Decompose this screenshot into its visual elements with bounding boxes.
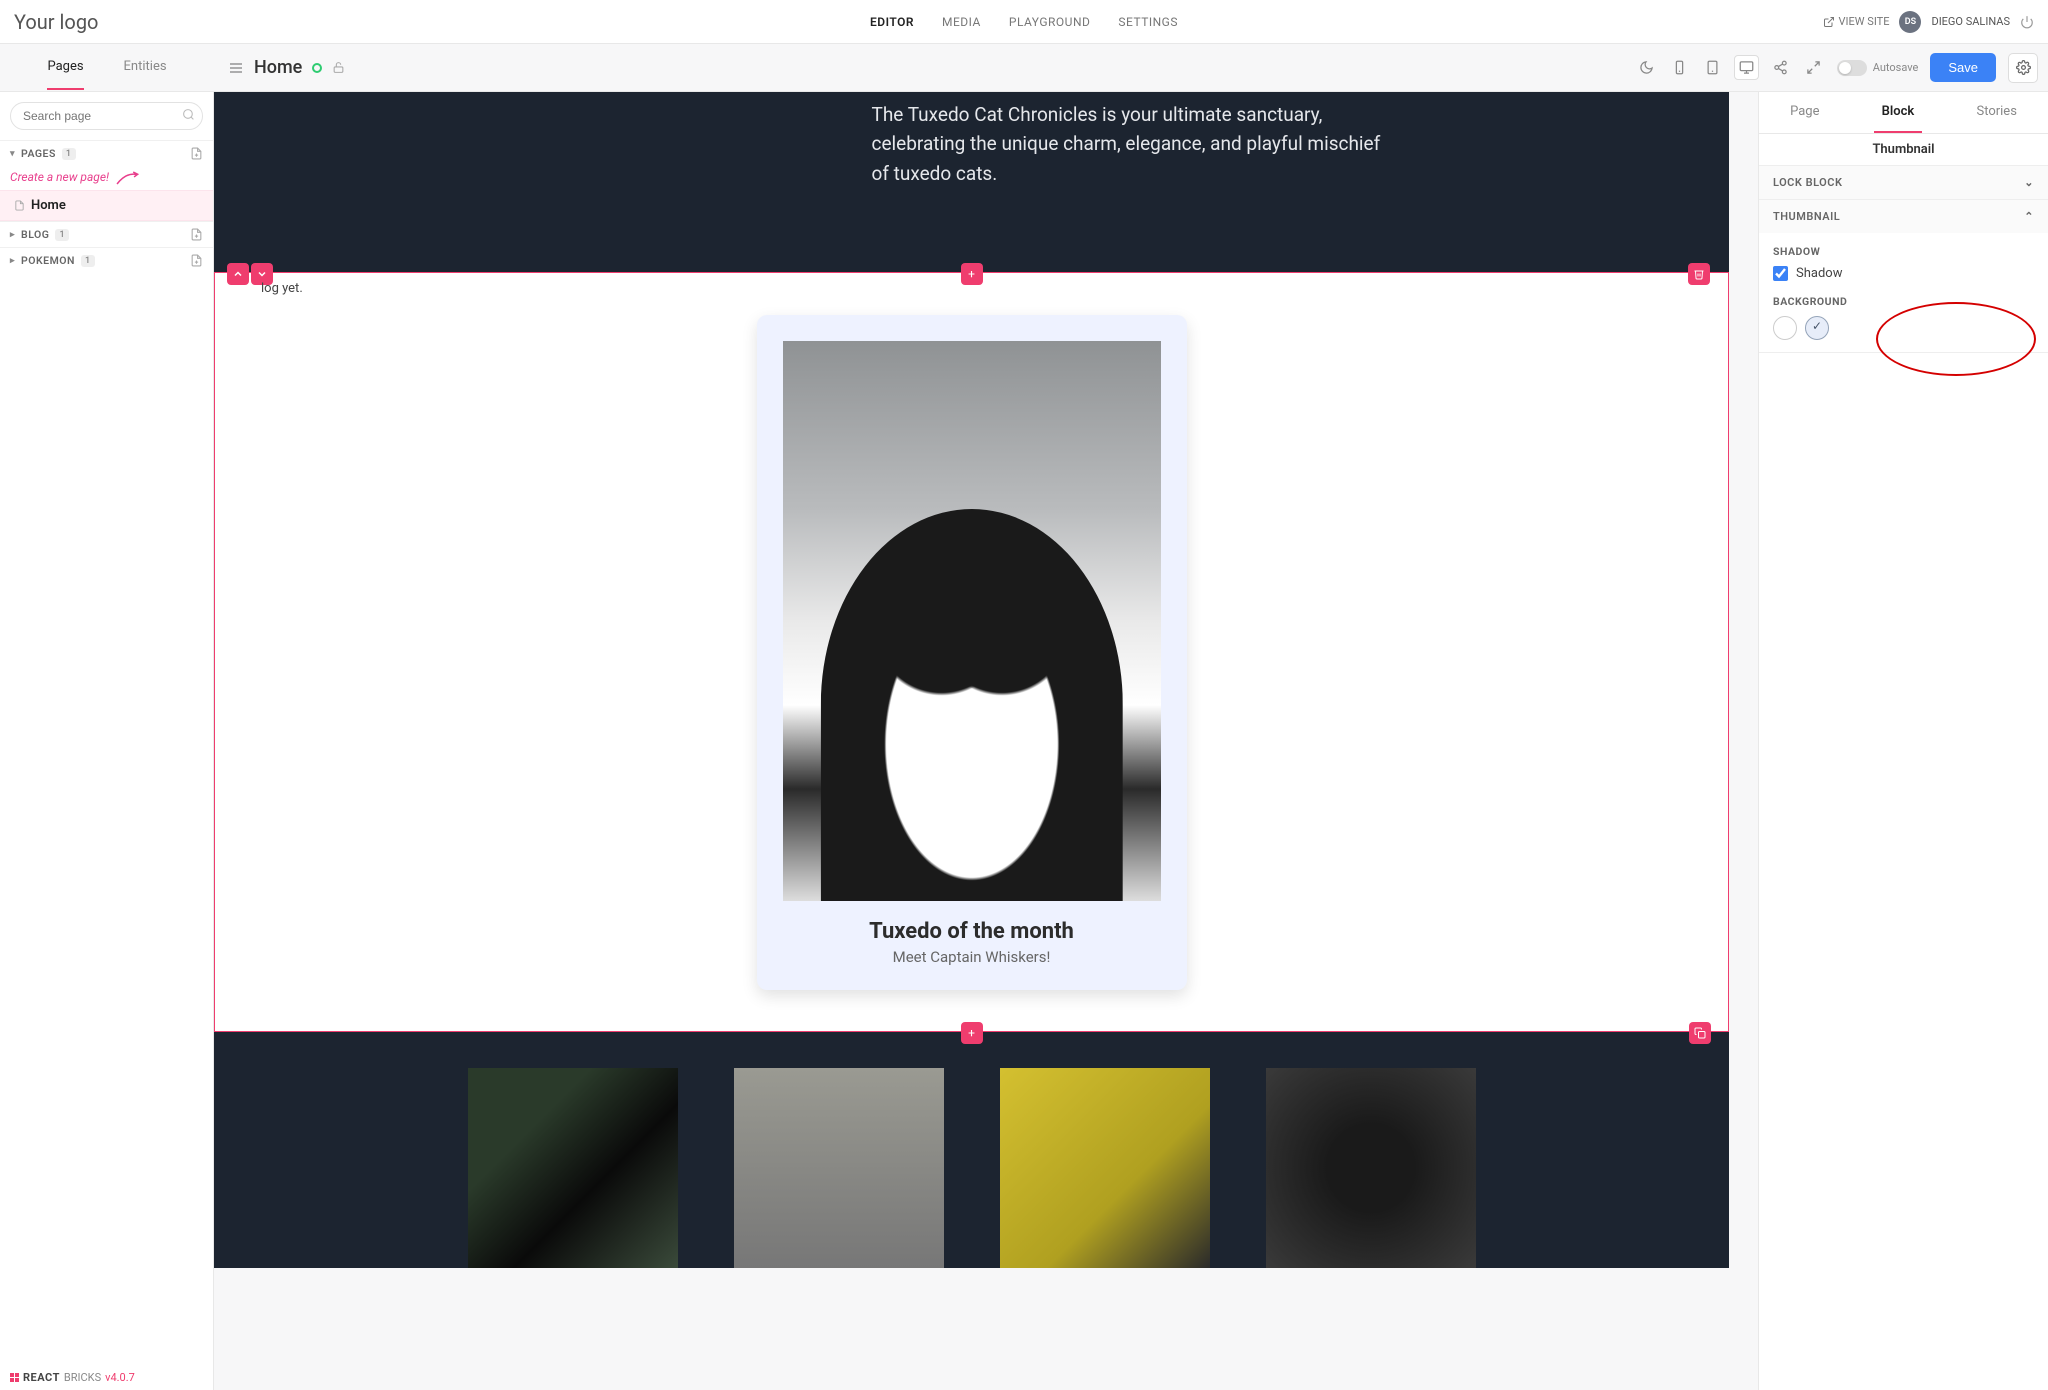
gear-icon (2016, 60, 2031, 75)
page-row-home-label: Home (31, 198, 66, 213)
power-icon[interactable] (2020, 15, 2034, 29)
shadow-checkbox-row[interactable]: Shadow (1773, 266, 2034, 281)
sidebar-left: ▾ PAGES 1 Create a new page! Home (0, 92, 214, 1390)
view-site-link[interactable]: VIEW SITE (1823, 15, 1890, 28)
search-input[interactable] (10, 102, 203, 130)
add-page-icon[interactable] (190, 147, 203, 160)
fullscreen-icon[interactable] (1802, 55, 1825, 80)
device-phone-icon[interactable] (1668, 55, 1691, 80)
add-page-icon[interactable] (190, 228, 203, 241)
gallery-image[interactable] (1266, 1068, 1476, 1268)
lock-icon[interactable] (332, 61, 345, 74)
toolbar: Pages Entities Home Aut (0, 44, 2048, 92)
thumbnail-subtitle[interactable]: Meet Captain Whiskers! (783, 948, 1161, 966)
device-tablet-icon[interactable] (1701, 55, 1724, 80)
file-icon (14, 200, 25, 211)
no-log-text: log yet. (261, 281, 303, 296)
brand-logo-icon (10, 1373, 19, 1382)
share-icon[interactable] (1769, 55, 1792, 80)
tab-entities[interactable]: Entities (124, 45, 167, 90)
thumbnail-card[interactable]: Tuxedo of the month Meet Captain Whisker… (757, 315, 1187, 990)
arrow-swoosh-icon (114, 168, 142, 186)
username: DIEGO SALINAS (1931, 15, 2010, 28)
thumbnail-image[interactable] (783, 341, 1161, 901)
autosave-toggle[interactable] (1837, 60, 1867, 76)
right-tab-page[interactable]: Page (1782, 92, 1827, 133)
chevron-right-icon: ▸ (10, 230, 15, 240)
block-name-heading: Thumbnail (1759, 134, 2048, 166)
tree-pokemon-count: 1 (81, 255, 95, 267)
hero-text: The Tuxedo Cat Chronicles is your ultima… (872, 100, 1392, 188)
thumbnail-block[interactable]: + log yet. Tuxedo of the month Meet Capt… (214, 272, 1729, 1032)
tree-blog-count: 1 (55, 229, 69, 241)
thumbnail-section-label: THUMBNAIL (1773, 210, 1840, 223)
background-label: BACKGROUND (1773, 295, 2034, 308)
duplicate-block-button[interactable] (1689, 1022, 1711, 1044)
chevron-down-icon: ▾ (10, 149, 15, 159)
background-swatch-white[interactable] (1773, 316, 1797, 340)
topbar: Your logo EDITOR MEDIA PLAYGROUND SETTIN… (0, 0, 2048, 44)
dark-mode-icon[interactable] (1635, 55, 1658, 80)
move-up-button[interactable] (227, 263, 249, 285)
sidebar-right: Page Block Stories Thumbnail LOCK BLOCK … (1758, 92, 2048, 1390)
brand-name-1: REACT (23, 1371, 60, 1384)
gallery-block[interactable]: + (214, 1032, 1729, 1268)
nav-media[interactable]: MEDIA (942, 15, 981, 29)
save-button[interactable]: Save (1930, 53, 1996, 82)
shadow-checkbox[interactable] (1773, 266, 1788, 281)
tree-section-blog[interactable]: ▸ BLOG 1 (0, 221, 213, 247)
right-tab-block[interactable]: Block (1874, 92, 1923, 133)
hero-block[interactable]: The Tuxedo Cat Chronicles is your ultima… (214, 92, 1729, 272)
chevron-down-icon: ⌄ (2024, 176, 2034, 189)
page-row-home[interactable]: Home (0, 190, 213, 221)
tree-pages-count: 1 (62, 148, 76, 160)
lock-block-section[interactable]: LOCK BLOCK ⌄ (1759, 166, 2048, 199)
settings-button[interactable] (2008, 53, 2038, 83)
search-icon (182, 108, 195, 121)
tree-section-pokemon[interactable]: ▸ POKEMON 1 (0, 247, 213, 273)
add-block-button[interactable]: + (961, 263, 983, 285)
page-title: Home (254, 57, 302, 78)
view-site-label: VIEW SITE (1839, 15, 1890, 28)
thumbnail-title[interactable]: Tuxedo of the month (783, 919, 1161, 944)
add-block-button[interactable]: + (961, 1022, 983, 1044)
lock-block-label: LOCK BLOCK (1773, 176, 1842, 189)
gallery-image[interactable] (734, 1068, 944, 1268)
status-published-icon (312, 63, 322, 73)
nav-editor[interactable]: EDITOR (870, 15, 914, 29)
device-desktop-icon[interactable] (1734, 55, 1759, 80)
tree-section-pages[interactable]: ▾ PAGES 1 (0, 140, 213, 166)
gallery-image[interactable] (468, 1068, 678, 1268)
tab-pages[interactable]: Pages (47, 45, 83, 90)
right-tab-stories[interactable]: Stories (1968, 92, 2024, 133)
tree-blog-label: BLOG (21, 228, 49, 241)
tree-pokemon-label: POKEMON (21, 254, 75, 267)
brand-version: v4.0.7 (105, 1371, 135, 1384)
footer-brand: REACT BRICKS v4.0.7 (10, 1371, 135, 1384)
chevron-up-icon: ⌃ (2024, 210, 2034, 223)
logo: Your logo (14, 10, 98, 34)
brand-name-2: BRICKS (64, 1371, 101, 1384)
add-page-icon[interactable] (190, 254, 203, 267)
canvas[interactable]: The Tuxedo Cat Chronicles is your ultima… (214, 92, 1758, 1390)
left-tabs: Pages Entities (0, 45, 214, 90)
shadow-label: SHADOW (1773, 245, 2034, 258)
background-swatch-light[interactable] (1805, 316, 1829, 340)
tree-pages-label: PAGES (21, 147, 56, 160)
top-nav: EDITOR MEDIA PLAYGROUND SETTINGS (870, 15, 1178, 29)
nav-playground[interactable]: PLAYGROUND (1009, 15, 1091, 29)
external-link-icon (1823, 16, 1835, 28)
thumbnail-section[interactable]: THUMBNAIL ⌃ (1759, 200, 2048, 233)
create-page-hint: Create a new page! (0, 166, 213, 190)
avatar[interactable]: DS (1899, 11, 1921, 33)
delete-block-button[interactable] (1688, 263, 1710, 285)
autosave-label: Autosave (1873, 61, 1919, 74)
gallery-image[interactable] (1000, 1068, 1210, 1268)
chevron-right-icon: ▸ (10, 256, 15, 266)
nav-settings[interactable]: SETTINGS (1118, 15, 1178, 29)
device-switcher (1635, 55, 1825, 80)
hamburger-icon[interactable] (228, 60, 244, 76)
shadow-checkbox-label: Shadow (1796, 266, 1842, 281)
